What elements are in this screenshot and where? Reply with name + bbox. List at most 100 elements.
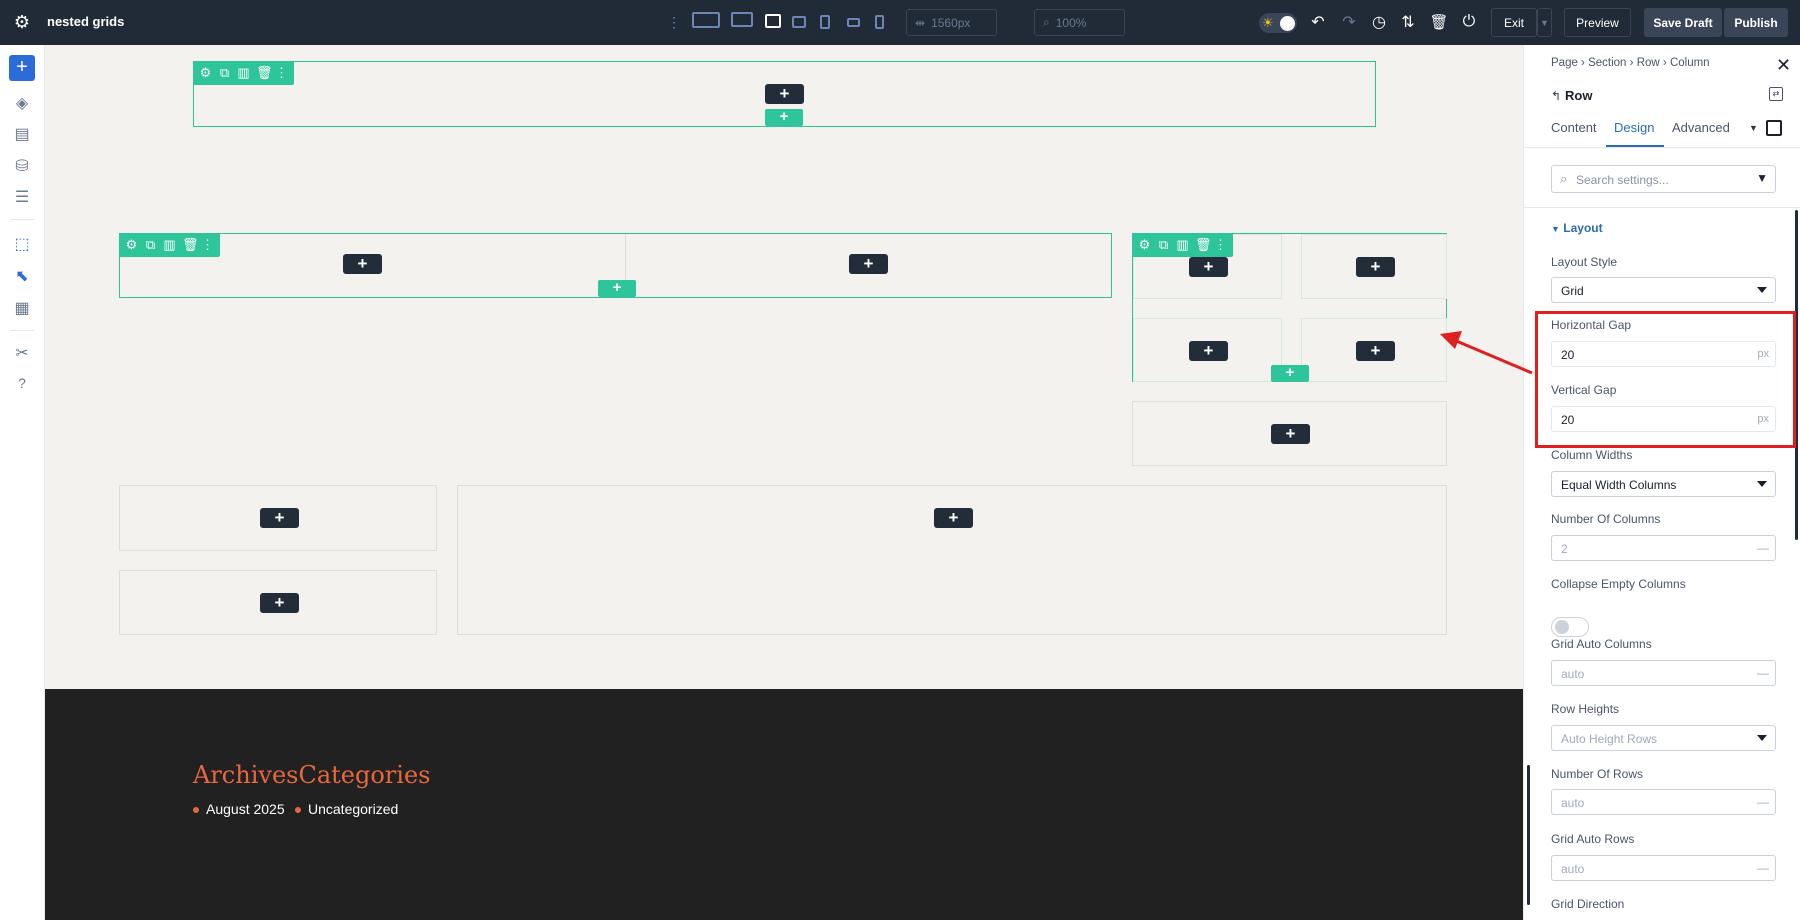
layout-section-header[interactable]: ▼ Layout	[1551, 221, 1603, 235]
column-block[interactable]: +	[119, 485, 437, 551]
column-block[interactable]: +	[119, 570, 437, 635]
layers-icon[interactable]: ◈	[11, 92, 33, 114]
column-widths-select[interactable]: Equal Width Columns	[1551, 471, 1776, 497]
chevron-down-icon: ▼	[1551, 224, 1560, 234]
layout-icon[interactable]: ☰	[11, 186, 33, 208]
publish-button[interactable]: Publish	[1724, 8, 1788, 37]
add-module-button[interactable]: +	[765, 84, 804, 104]
add-module-button[interactable]: +	[343, 254, 382, 274]
close-icon[interactable]: ✕	[1776, 55, 1791, 76]
phone-landscape-view-icon[interactable]	[847, 18, 860, 27]
add-row-button[interactable]: +	[598, 280, 636, 297]
tablet-portrait-view-icon[interactable]	[820, 15, 830, 29]
tablet-landscape-view-icon[interactable]	[792, 16, 806, 28]
number-of-columns-input[interactable]: 2 —	[1551, 535, 1776, 561]
sort-icon[interactable]: ⇅	[1398, 12, 1418, 32]
row-heights-select[interactable]: Auto Height Rows	[1551, 725, 1776, 751]
layout-style-select[interactable]: Grid	[1551, 277, 1776, 303]
breadcrumb-section[interactable]: Section	[1588, 57, 1626, 69]
duplicate-icon[interactable]: ⧉	[218, 65, 231, 81]
breadcrumb-column[interactable]: Column	[1670, 57, 1710, 69]
redo-icon[interactable]: ↷	[1339, 12, 1359, 32]
duplicate-icon[interactable]: ⧉	[1157, 237, 1170, 253]
collapse-empty-columns-label: Collapse Empty Columns	[1551, 577, 1686, 591]
trash-icon[interactable]: 🗑	[1429, 12, 1449, 32]
laptop-view-icon[interactable]	[765, 14, 781, 28]
settings-icon[interactable]: ⚙	[125, 237, 138, 253]
tools-icon[interactable]: ✂	[11, 342, 33, 364]
add-module-button[interactable]: +	[1271, 424, 1310, 444]
more-vertical-icon[interactable]: ⋮	[275, 65, 288, 81]
trash-icon[interactable]: 🗑	[182, 237, 199, 253]
canvas-width-field[interactable]: ⇹ 1560px	[906, 9, 997, 36]
exit-button[interactable]: Exit	[1491, 8, 1537, 37]
canvas-scrollbar[interactable]	[1527, 765, 1530, 905]
library-icon[interactable]: ▤	[11, 123, 33, 145]
more-vertical-icon[interactable]: ⋮	[201, 237, 214, 253]
trash-icon[interactable]: 🗑	[256, 65, 273, 81]
help-icon[interactable]: ?	[11, 372, 33, 394]
settings-search-input[interactable]: ⌕ Search settings... ▼	[1551, 165, 1776, 193]
more-vertical-icon[interactable]: ⋮	[667, 12, 681, 32]
history-icon[interactable]: ◷	[1369, 12, 1389, 32]
chevron-down-icon[interactable]: ▼	[1749, 123, 1758, 133]
columns-icon[interactable]: ▥	[163, 237, 176, 253]
columns-icon[interactable]: ▥	[1176, 237, 1189, 253]
zoom-field[interactable]: ⌕ 100%	[1034, 9, 1125, 36]
archive-link[interactable]: August 2025	[193, 801, 285, 817]
tab-advanced[interactable]: Advanced	[1672, 120, 1730, 135]
preview-button[interactable]: Preview	[1564, 8, 1631, 37]
phone-portrait-view-icon[interactable]	[875, 15, 884, 29]
column-block[interactable]: +	[457, 485, 1447, 635]
row-1[interactable]: + +	[193, 61, 1376, 127]
add-row-button[interactable]: +	[1271, 365, 1309, 382]
number-of-rows-input[interactable]: auto —	[1551, 789, 1776, 815]
tab-content[interactable]: Content	[1551, 120, 1597, 135]
more-vertical-icon[interactable]: ⋮	[1214, 237, 1227, 253]
grid-auto-columns-input[interactable]: auto —	[1551, 660, 1776, 686]
theme-toggle[interactable]: ☀	[1259, 13, 1297, 33]
back-arrow-icon[interactable]: ↰	[1551, 89, 1561, 103]
panel-options-icon[interactable]: ⇄	[1769, 87, 1783, 101]
column-block[interactable]: +	[1132, 401, 1447, 466]
add-module-button[interactable]: +	[1189, 257, 1228, 277]
grid-cell[interactable]: +	[1301, 318, 1447, 382]
row-2[interactable]: + + +	[119, 233, 1112, 298]
breadcrumb-row[interactable]: Row	[1637, 57, 1660, 69]
select-icon[interactable]: ⬚	[11, 233, 33, 255]
add-module-button[interactable]: +	[260, 508, 299, 528]
save-draft-button[interactable]: Save Draft	[1644, 8, 1722, 37]
settings-icon[interactable]: ⚙	[199, 65, 212, 81]
gear-icon[interactable]: ⚙	[12, 12, 32, 32]
add-row-button[interactable]: +	[765, 109, 803, 126]
undo-icon[interactable]: ↶	[1308, 12, 1328, 32]
filter-icon[interactable]: ▼	[1756, 171, 1768, 185]
grid-cell[interactable]: +	[1301, 234, 1447, 299]
grid-auto-rows-input[interactable]: auto —	[1551, 855, 1776, 881]
database-icon[interactable]: ⛁	[11, 155, 33, 177]
breadcrumb-page[interactable]: Page	[1551, 57, 1578, 69]
template-icon[interactable]: ▦	[11, 297, 33, 319]
add-module-button[interactable]: +	[260, 593, 299, 613]
add-module-button[interactable]: +	[849, 254, 888, 274]
add-icon[interactable]: +	[9, 55, 35, 81]
settings-icon[interactable]: ⚙	[1138, 237, 1151, 253]
add-module-button[interactable]: +	[934, 508, 973, 528]
trash-icon[interactable]: 🗑	[1195, 237, 1212, 253]
columns-icon[interactable]: ▥	[237, 65, 250, 81]
duplicate-icon[interactable]: ⧉	[144, 237, 157, 253]
power-icon[interactable]: ⏻	[1459, 12, 1479, 32]
grid-cell[interactable]: +	[1133, 318, 1282, 382]
tab-design[interactable]: Design	[1614, 120, 1654, 135]
row-toolbar: ⚙ ⧉ ▥ 🗑 ⋮	[1132, 233, 1233, 257]
add-module-button[interactable]: +	[1356, 257, 1395, 277]
square-view-icon[interactable]	[1766, 120, 1782, 136]
add-module-button[interactable]: +	[1356, 341, 1395, 361]
add-module-button[interactable]: +	[1189, 341, 1228, 361]
desktop-view-icon[interactable]	[731, 12, 753, 27]
category-link[interactable]: Uncategorized	[294, 801, 398, 817]
pointer-icon[interactable]: ⬉	[11, 265, 33, 287]
collapse-empty-columns-toggle[interactable]	[1551, 617, 1589, 637]
exit-dropdown-button[interactable]: ▼	[1537, 8, 1552, 37]
desktop-wide-view-icon[interactable]	[692, 12, 720, 28]
